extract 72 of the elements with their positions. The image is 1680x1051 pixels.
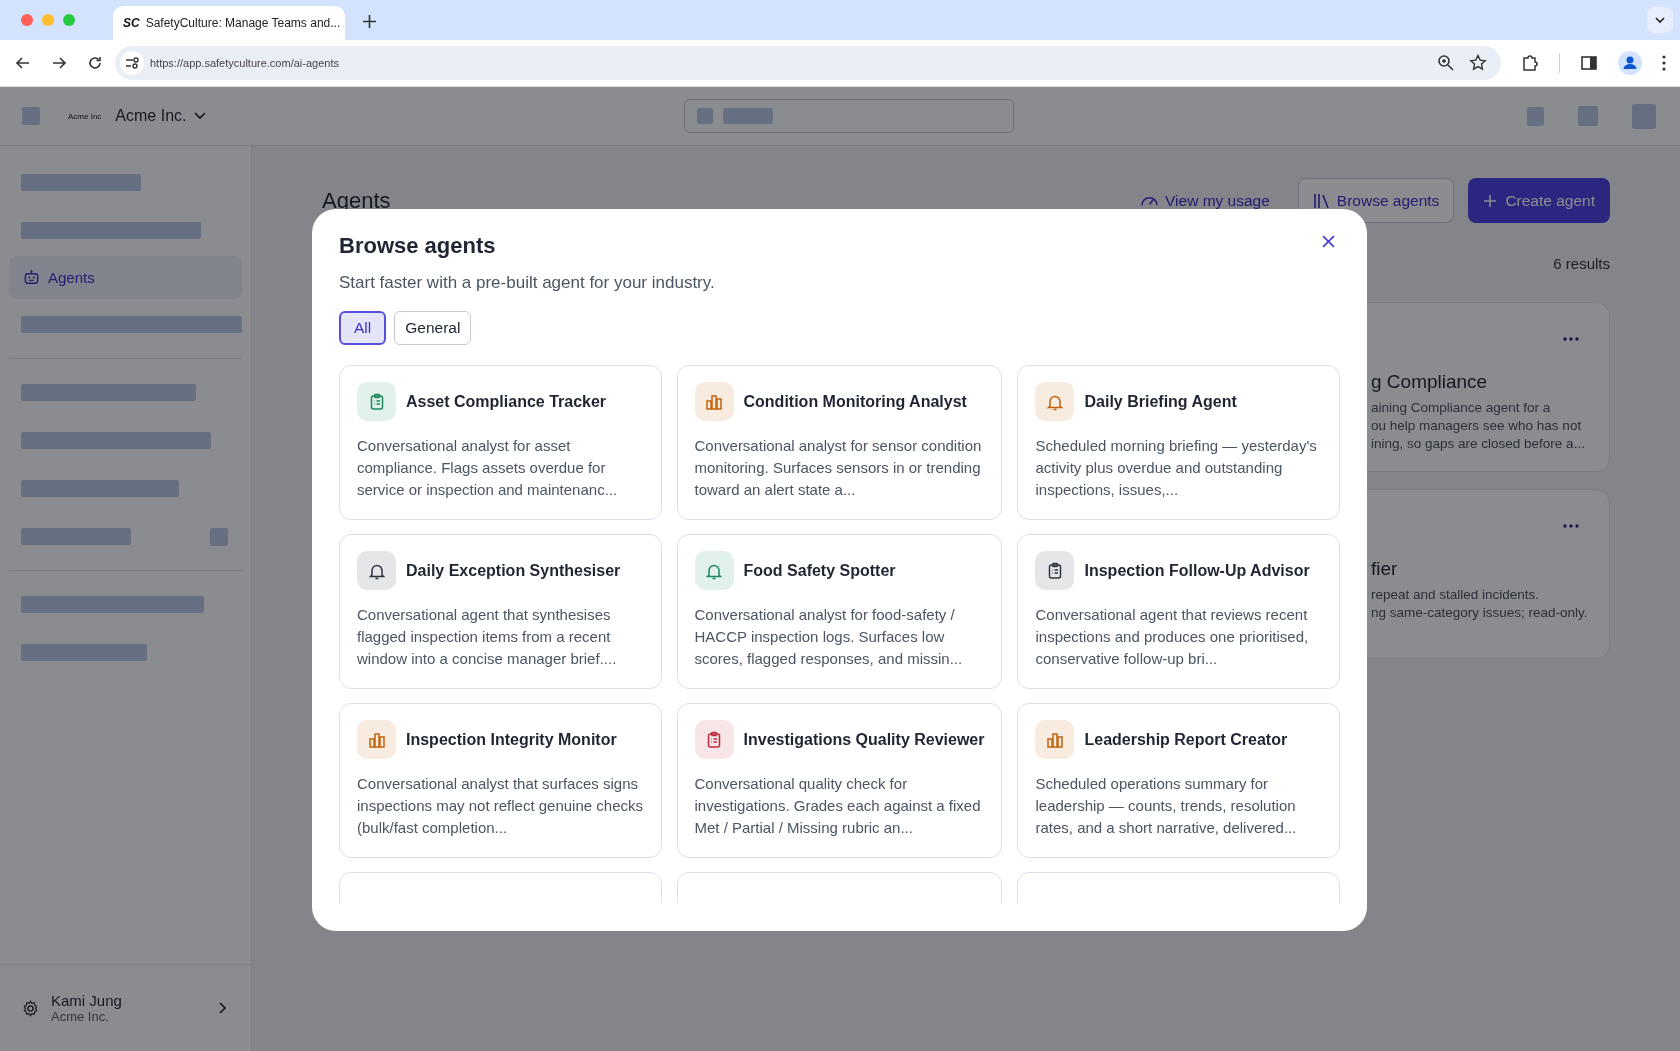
agent-description: aining Compliance agent for a — [1371, 399, 1552, 417]
new-tab-icon[interactable] — [363, 15, 376, 28]
agent-title: Daily Exception Synthesiser — [406, 561, 621, 580]
chevron-down-icon[interactable] — [1647, 7, 1673, 33]
site-settings-icon[interactable] — [120, 51, 144, 75]
create-agent-button[interactable]: Create agent — [1468, 178, 1610, 223]
placeholder-block — [1578, 106, 1598, 126]
settings-icon — [22, 999, 39, 1017]
chevron-down-icon[interactable] — [194, 112, 207, 120]
side-panel-icon[interactable] — [1580, 54, 1598, 72]
agent-title: Condition Monitoring Analyst — [743, 392, 967, 411]
search-field[interactable] — [684, 99, 1015, 133]
org-name[interactable]: Acme Inc. — [115, 107, 187, 125]
address-bar[interactable]: https://app.safetyculture.com/ai-agents — [115, 46, 1501, 80]
site-logo: SC — [123, 16, 140, 30]
agent-title: Daily Briefing Agent — [1084, 392, 1237, 411]
tab-title: SafetyCulture: Manage Teams and... — [145, 16, 341, 30]
close-icon[interactable] — [1322, 235, 1335, 248]
star-icon[interactable] — [1469, 54, 1487, 72]
agent-card[interactable]: Daily Briefing Agent Scheduled morning briefing — yesterday's activity plus overdue and outstanding inspections, issues,... — [1017, 365, 1340, 520]
reload-icon[interactable] — [87, 55, 103, 71]
placeholder-block — [1527, 106, 1544, 126]
agent-card[interactable]: Inspection Follow-Up Advisor Conversational agent that reviews recent inspections and produces one prioritised, conservative follow-up bri... — [1017, 534, 1340, 689]
extensions-icon[interactable] — [1521, 54, 1539, 72]
url-text: https://app.safetyculture.com/ai-agents — [150, 57, 339, 69]
agent-title: Leadership Report Creator — [1084, 730, 1288, 749]
agent-description: Conversational analyst for food-safety / HACCP inspection logs. Surfaces low scores, flagged responses, and missin... — [694, 605, 964, 669]
agent-description: Conversational analyst that surfaces signs inspections may not reflect genuine checks (bulk/fast completion... — [357, 774, 644, 838]
plus-icon — [1483, 193, 1498, 208]
agent-description: Conversational analyst for asset compliance. Flags assets overdue for service or inspection and maintenanc... — [357, 436, 619, 500]
filter-chip[interactable]: General — [394, 311, 472, 345]
browser-tab[interactable]: SC SafetyCulture: Manage Teams and... — [113, 6, 345, 40]
more-icon[interactable] — [1662, 55, 1666, 71]
user-menu[interactable]: Kami Jung Acme Inc. — [0, 964, 251, 1051]
back-icon[interactable] — [15, 55, 31, 71]
filter-chip[interactable]: All — [339, 311, 387, 345]
agent-card[interactable]: Inspection Integrity Monitor Conversational analyst that surfaces signs inspections may not reflect genuine checks (bulk/fast completion... — [339, 703, 662, 858]
agent-card[interactable]: Condition Monitoring Analyst Conversational analyst for sensor condition monitoring. Surfaces sensors in or trending toward an alert state a... — [676, 365, 1003, 520]
placeholder-block — [22, 107, 40, 125]
agent-card[interactable]: Asset Compliance Tracker Conversational analyst for asset compliance. Flags assets overdue for service or inspection and maintenanc... — [339, 365, 662, 520]
agent-title: g Compliance — [1371, 371, 1489, 393]
books-icon — [1312, 192, 1331, 209]
results-count: 6 results — [1553, 255, 1610, 272]
org-logo: Acme Inc — [68, 111, 102, 121]
robot-icon — [23, 269, 40, 286]
nav-item[interactable]: Agents — [9, 256, 242, 299]
dialog-title: Browse agents — [339, 233, 496, 259]
agent-title: fier — [1371, 558, 1399, 580]
agent-card[interactable]: Food Safety Spotter Conversational analyst for food-safety / HACCP inspection logs. Surfaces low scores, flagged responses, and missin... — [676, 534, 1003, 689]
profile-icon[interactable] — [1618, 51, 1642, 75]
forward-icon[interactable] — [51, 55, 67, 71]
agent-title: Food Safety Spotter — [743, 561, 896, 580]
agent-description: Scheduled operations summary for leadership — counts, trends, resolution rates, and a short narrative, delivered... — [1035, 774, 1298, 838]
agent-description: ou help managers see who has not — [1371, 417, 1583, 435]
zoom-icon[interactable] — [1437, 54, 1455, 72]
agent-card[interactable]: Investigations Quality Reviewer Conversational quality check for investigations. Grades each against a fixed Met / Partial / Missing rubric an... — [676, 703, 1003, 858]
agent-card[interactable]: Daily Exception Synthesiser Conversational agent that synthesises flagged inspection items from a recent window into a concise manager brief.... — [339, 534, 662, 689]
agent-description: Conversational analyst for sensor condition monitoring. Surfaces sensors in or trending toward an alert state a... — [694, 436, 983, 500]
agent-title: Asset Compliance Tracker — [406, 392, 607, 411]
agent-description: repeat and stalled incidents. — [1371, 586, 1541, 604]
agent-description: Conversational agent that synthesises flagged inspection items from a recent window into a concise manager brief.... — [357, 605, 618, 669]
agent-card[interactable]: Leadership Report Creator Scheduled operations summary for leadership — counts, trends, resolution rates, and a short narrative, delivered... — [1017, 703, 1340, 858]
placeholder-block — [1632, 103, 1656, 129]
view-usage-link[interactable]: View my usage — [1140, 191, 1270, 210]
agent-description: ng same-category issues; read-only. — [1371, 604, 1589, 622]
agent-description: Conversational quality check for investigations. Grades each against a fixed Met / Partial / Missing rubric an... — [694, 774, 982, 838]
agent-title: Investigations Quality Reviewer — [743, 730, 985, 749]
agent-description: ining, so gaps are closed before a... — [1371, 435, 1586, 453]
placeholder-block — [210, 527, 228, 546]
dialog-subtitle: Start faster with a pre-built agent for your industry. — [339, 273, 716, 293]
agent-title: Inspection Integrity Monitor — [406, 730, 617, 749]
chevron-right-icon — [219, 1002, 227, 1014]
